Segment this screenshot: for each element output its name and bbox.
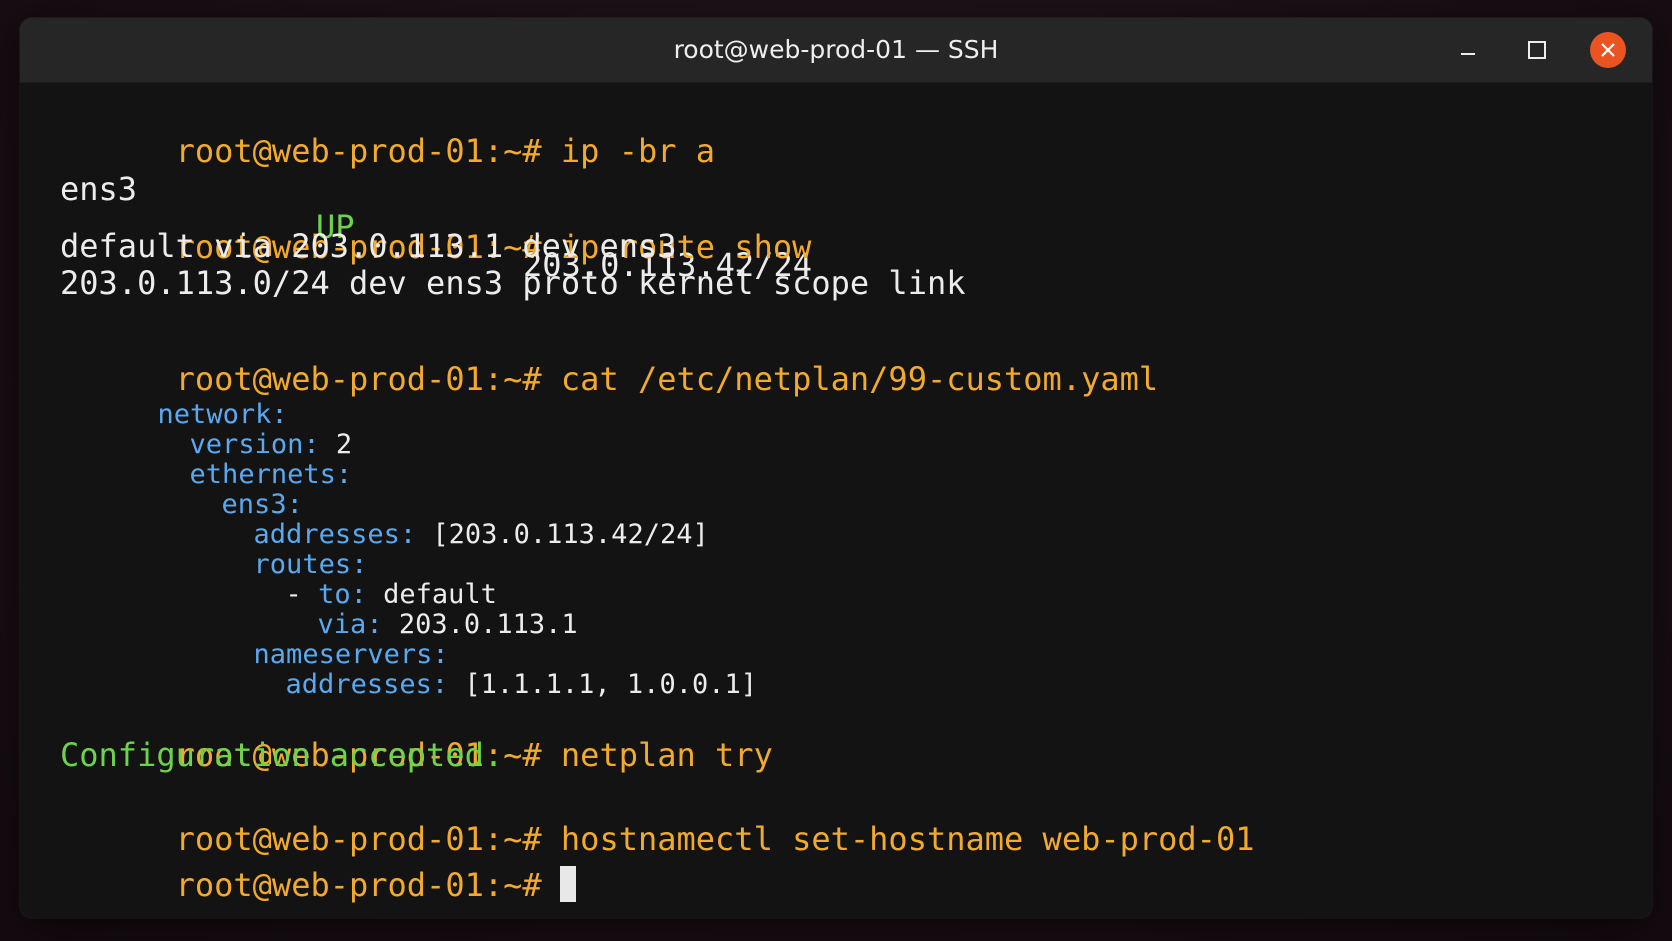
title-bar[interactable]: root@web-prod-01 — SSH (20, 18, 1652, 83)
close-button[interactable] (1588, 30, 1628, 70)
yaml-value: [1.1.1.1, 1.0.0.1] (464, 669, 757, 700)
maximize-icon (1528, 41, 1546, 59)
minimize-button[interactable] (1448, 30, 1488, 70)
close-icon (1601, 43, 1615, 57)
prompt: root@web-prod-01:~# (175, 866, 542, 904)
terminal-output-line: ens3 UP 203.0.113.42/24 (60, 132, 960, 284)
terminal-input-line[interactable]: root@web-prod-01:~# (60, 828, 576, 918)
terminal-output-line: Configuration accepted. (60, 736, 504, 774)
terminal-content[interactable]: root@web-prod-01:~# ip -br a ens3 UP 203… (40, 82, 1640, 912)
command-text: hostnamectl set-hostname web-prod-01 (560, 820, 1255, 858)
terminal-output-line: default via 203.0.113.1 dev ens3 (60, 227, 677, 265)
text-cursor (559, 866, 576, 902)
command-text: cat /etc/netplan/99-custom.yaml (560, 360, 1159, 398)
window-title: root@web-prod-01 — SSH (673, 35, 999, 64)
command-text: netplan try (560, 736, 773, 774)
maximize-button[interactable] (1517, 30, 1557, 70)
terminal-output-line: 203.0.113.0/24 dev ens3 proto kernel sco… (60, 264, 966, 302)
yaml-key: addresses: (285, 669, 449, 700)
minimize-icon (1461, 53, 1475, 55)
close-button-circle (1590, 32, 1626, 68)
terminal-window: root@web-prod-01 — SSH root@web-prod-01:… (20, 18, 1652, 918)
yaml-value: [203.0.113.42/24] (432, 519, 709, 550)
